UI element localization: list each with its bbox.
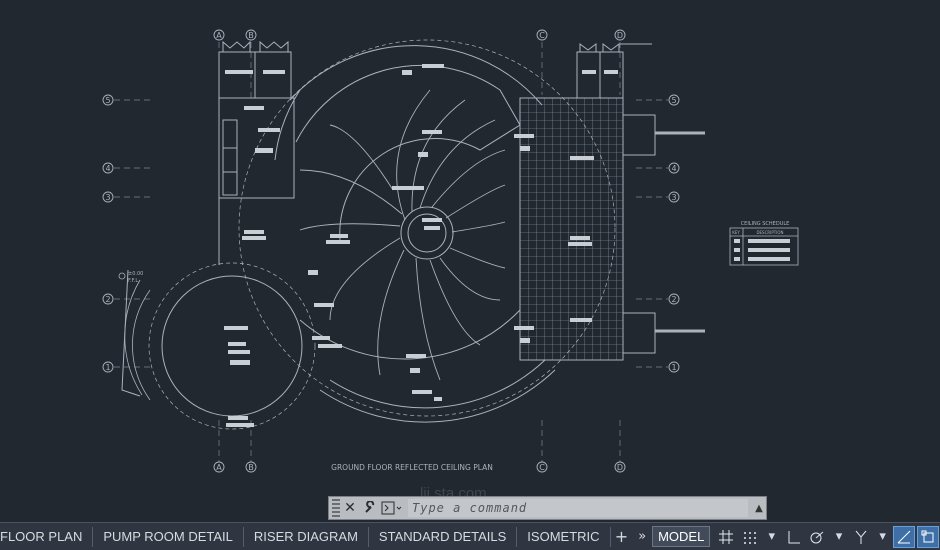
svg-text:5: 5 xyxy=(671,96,676,105)
svg-text:3: 3 xyxy=(105,193,110,202)
svg-text:5: 5 xyxy=(105,96,110,105)
tab-standard-details[interactable]: STANDARD DETAILS xyxy=(369,526,518,547)
history-up-icon[interactable]: ▲ xyxy=(752,503,766,514)
svg-text:A: A xyxy=(216,463,222,472)
svg-text:2: 2 xyxy=(105,295,110,304)
grid-bubble-bottom-d: D xyxy=(614,461,626,473)
grid-bubble-left-3: 3 xyxy=(102,191,114,203)
grid-bubble-top-d: D xyxy=(614,29,626,41)
model-space-button[interactable]: MODEL xyxy=(652,526,711,547)
svg-text:C: C xyxy=(539,31,545,40)
tab-riser-diagram[interactable]: RISER DIAGRAM xyxy=(244,526,369,547)
command-line[interactable]: ✕ ▲ xyxy=(328,496,767,520)
svg-text:3: 3 xyxy=(671,193,676,202)
grid-bubble-top-c: C xyxy=(536,29,548,41)
isodraft-icon[interactable] xyxy=(850,526,872,548)
grid-bubble-right-4: 4 xyxy=(668,162,680,174)
grid-bubble-bottom-a: A xyxy=(213,461,225,473)
svg-text:A: A xyxy=(216,31,222,40)
svg-text:1: 1 xyxy=(671,363,676,372)
grid-bubble-left-4: 4 xyxy=(102,162,114,174)
grid-bubble-right-1: 1 xyxy=(668,361,680,373)
plan-title: GROUND FLOOR REFLECTED CEILING PLAN xyxy=(331,463,493,472)
grid-bubble-left-5: 5 xyxy=(102,94,114,106)
svg-text:DESCRIPTION: DESCRIPTION xyxy=(756,230,783,235)
grid-bubble-top-a: A xyxy=(213,29,225,41)
grid-bubble-right-2: 2 xyxy=(668,293,680,305)
svg-text:CEILING SCHEDULE: CEILING SCHEDULE xyxy=(741,221,790,227)
isodraft-dropdown-icon[interactable]: ▾ xyxy=(873,529,893,544)
add-layout-button[interactable]: + xyxy=(611,527,633,547)
close-icon[interactable]: ✕ xyxy=(340,498,360,518)
command-input[interactable] xyxy=(408,499,748,517)
tab-isometric[interactable]: ISOMETRIC xyxy=(517,526,611,547)
snap-mode-icon[interactable] xyxy=(739,526,761,548)
polar-tracking-icon[interactable] xyxy=(806,526,828,548)
svg-text:2: 2 xyxy=(671,295,676,304)
object-snap-tracking-icon[interactable] xyxy=(893,525,916,548)
ortho-mode-icon[interactable] xyxy=(783,526,805,548)
tab-floor-plan[interactable]: FLOOR PLAN xyxy=(0,526,94,547)
grid-toggle-icon[interactable] xyxy=(715,526,737,548)
more-tabs-icon[interactable]: » xyxy=(632,529,652,544)
snap-dropdown-icon[interactable]: ▾ xyxy=(762,529,782,544)
svg-text:1: 1 xyxy=(105,363,110,372)
tab-pump-room-detail[interactable]: PUMP ROOM DETAIL xyxy=(93,526,244,547)
polar-dropdown-icon[interactable]: ▾ xyxy=(829,529,849,544)
svg-text:D: D xyxy=(617,463,623,472)
object-snap-icon[interactable] xyxy=(917,525,940,548)
grid-bubble-bottom-b: B xyxy=(245,461,257,473)
svg-text:B: B xyxy=(248,31,254,40)
grip-handle[interactable] xyxy=(332,499,340,517)
svg-text:F.F.L.: F.F.L. xyxy=(128,278,140,284)
svg-text:4: 4 xyxy=(105,164,110,173)
wrench-icon[interactable] xyxy=(360,498,380,518)
grid-bubble-left-2: 2 xyxy=(102,293,114,305)
grid-bubble-top-b: B xyxy=(245,29,257,41)
svg-text:KEY: KEY xyxy=(732,230,740,235)
command-prompt-icon[interactable] xyxy=(380,499,404,517)
svg-text:±0.00: ±0.00 xyxy=(128,271,143,277)
svg-text:4: 4 xyxy=(671,164,676,173)
status-bar: FLOOR PLAN PUMP ROOM DETAIL RISER DIAGRA… xyxy=(0,522,940,550)
drawing-canvas[interactable]: A B C D A B C D 5 4 3 2 1 5 4 3 2 1 ±0.0… xyxy=(0,0,940,522)
grid-bubble-right-5: 5 xyxy=(668,94,680,106)
svg-text:B: B xyxy=(248,463,254,472)
grid-bubble-bottom-c: C xyxy=(536,461,548,473)
svg-text:C: C xyxy=(539,463,545,472)
svg-text:D: D xyxy=(617,31,623,40)
grid-bubble-left-1: 1 xyxy=(102,361,114,373)
grid-bubble-right-3: 3 xyxy=(668,191,680,203)
